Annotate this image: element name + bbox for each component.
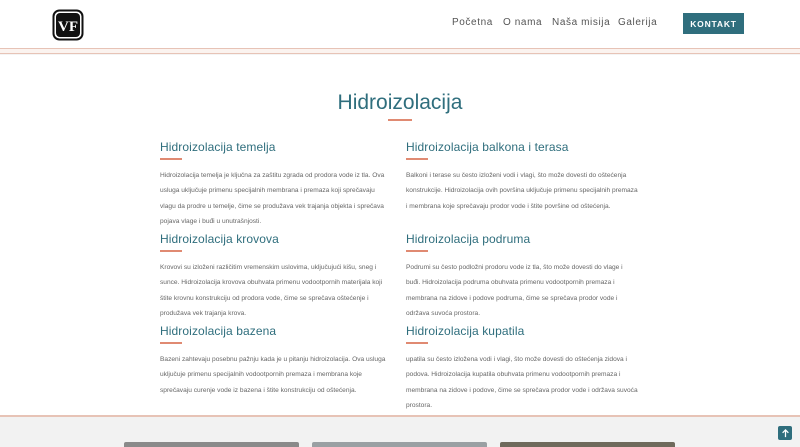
- section-bazena: Hidroizolacija bazena Bazeni zahtevaju p…: [160, 324, 390, 398]
- scroll-to-top-button[interactable]: [778, 426, 792, 440]
- section-text: upatila su često izložena vodi i vlagi, …: [406, 355, 638, 410]
- gallery-thumbnail[interactable]: [312, 442, 487, 447]
- section-underline: [406, 250, 428, 252]
- section-underline: [406, 158, 428, 160]
- section-podruma: Hidroizolacija podruma Podrumi su često …: [406, 232, 636, 322]
- section-heading: Hidroizolacija podruma: [406, 232, 531, 246]
- header-divider: [0, 48, 800, 54]
- section-heading: Hidroizolacija bazena: [160, 324, 277, 338]
- vf-logo[interactable]: VF: [52, 9, 84, 41]
- main-content: Hidroizolacija Hidroizolacija temelja Hi…: [0, 55, 800, 415]
- section-text: Balkoni i terase su često izloženi vodi …: [406, 171, 638, 210]
- title-underline: [388, 119, 412, 121]
- section-text: Krovovi su izloženi različitim vremenski…: [160, 263, 383, 318]
- section-text: Hidroizolacija temelja je ključna za zaš…: [160, 171, 385, 226]
- contact-button[interactable]: KONTAKT: [683, 13, 744, 34]
- nav-item-pocetna[interactable]: Početna: [452, 17, 493, 28]
- section-balkona: Hidroizolacija balkona i terasa Balkoni …: [406, 140, 638, 214]
- section-underline: [160, 250, 182, 252]
- svg-text:VF: VF: [58, 19, 78, 35]
- arrow-up-icon: [781, 428, 789, 437]
- section-kupatila: Hidroizolacija kupatila upatila su često…: [406, 324, 638, 414]
- section-text: Podrumi su često podložni prodoru vode i…: [406, 263, 623, 318]
- gallery-thumbnail[interactable]: [500, 442, 675, 447]
- nav-item-galerija[interactable]: Galerija: [618, 17, 678, 28]
- section-underline: [406, 342, 428, 344]
- section-krovova: Hidroizolacija krovova Krovovi su izlože…: [160, 232, 390, 322]
- section-underline: [160, 342, 182, 344]
- section-heading: Hidroizolacija krovova: [160, 232, 279, 246]
- gallery-thumbnail[interactable]: [124, 442, 299, 447]
- section-heading: Hidroizolacija balkona i terasa: [406, 140, 569, 154]
- header: VF Početna O nama Naša misija Galerija K…: [0, 0, 800, 48]
- section-underline: [160, 158, 182, 160]
- section-heading: Hidroizolacija temelja: [160, 140, 276, 154]
- section-temelja: Hidroizolacija temelja Hidroizolacija te…: [160, 140, 390, 230]
- section-text: Bazeni zahtevaju posebnu pažnju kada je …: [160, 355, 386, 394]
- section-heading: Hidroizolacija kupatila: [406, 324, 525, 338]
- page-title: Hidroizolacija: [337, 91, 463, 114]
